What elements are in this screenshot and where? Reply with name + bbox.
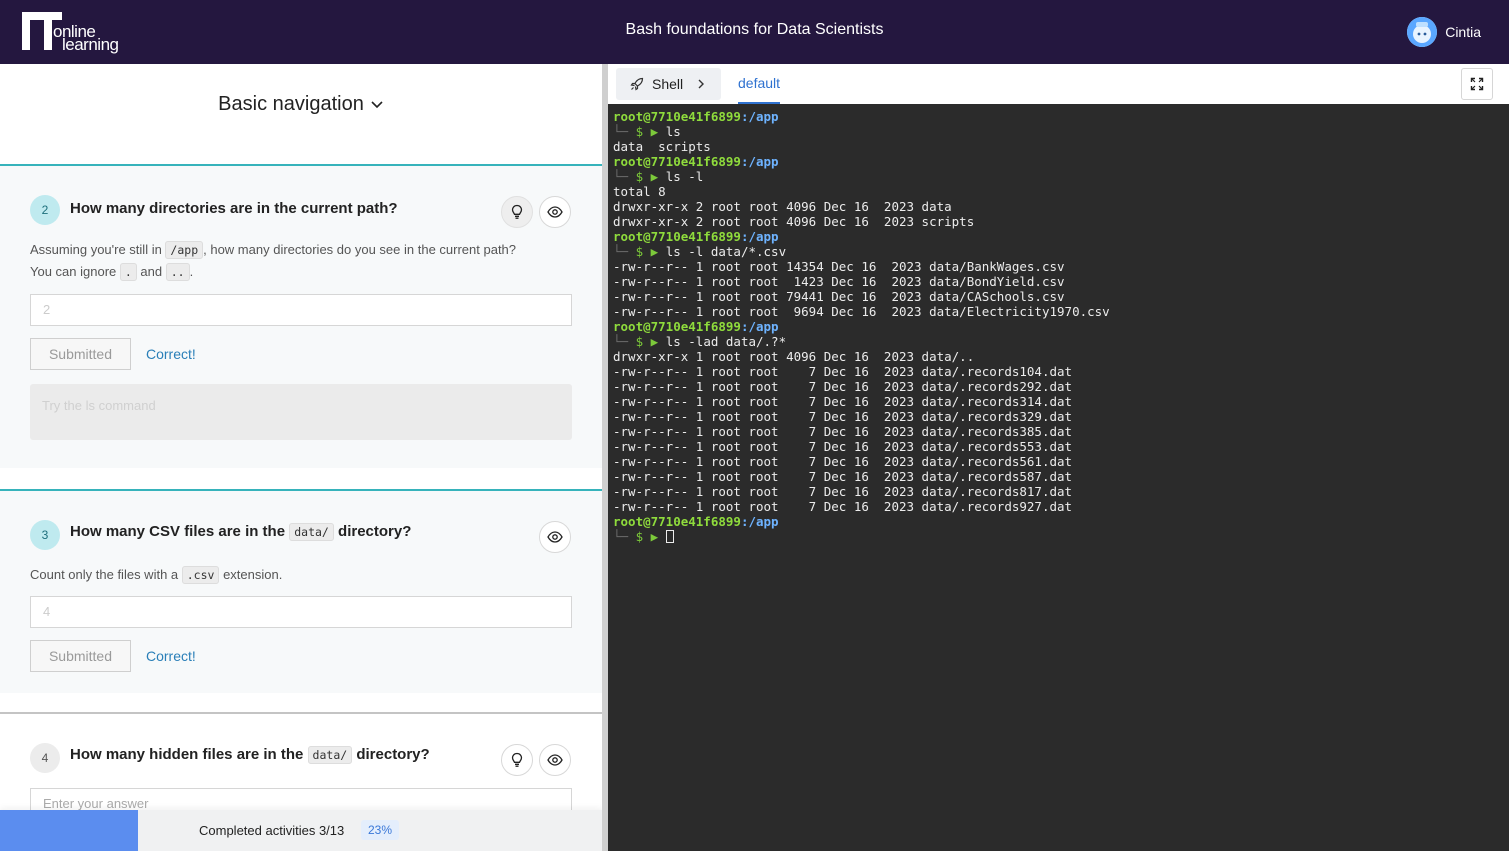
terminal-prompt-line: root@7710e41f6899:/app — [613, 109, 1504, 124]
prompt-user: root@7710e41f6899 — [613, 109, 741, 124]
chevron-down-icon — [371, 101, 383, 109]
answer-input[interactable]: 4 — [30, 596, 572, 628]
terminal-output-line: -rw-r--r-- 1 root root 7 Dec 16 2023 dat… — [613, 379, 1073, 394]
prompt-user: root@7710e41f6899 — [613, 229, 741, 244]
prompt-path: :/app — [740, 319, 779, 334]
terminal-output-line: -rw-r--r-- 1 root root 14354 Dec 16 2023… — [613, 259, 1065, 274]
terminal-output-line: data scripts — [613, 139, 711, 154]
terminal-command: ls -l — [665, 169, 704, 184]
show-answer-button[interactable] — [539, 744, 571, 776]
terminal-output-line: -rw-r--r-- 1 root root 7 Dec 16 2023 dat… — [613, 409, 1073, 424]
prompt-user: root@7710e41f6899 — [613, 319, 741, 334]
terminal-command-line: └─ $ ▶ ls -l data/*.csv — [613, 244, 787, 259]
question-card-3: 3 How many CSV files are in the data/ di… — [0, 489, 602, 693]
answer-input[interactable]: 2 — [30, 294, 572, 326]
terminal-output-line: -rw-r--r-- 1 root root 7 Dec 16 2023 dat… — [613, 364, 1073, 379]
terminal-prompt-line: root@7710e41f6899:/app — [613, 319, 1504, 334]
status-correct: Correct! — [146, 346, 196, 362]
prompt-path: :/app — [740, 514, 779, 529]
terminal-command: ls -lad data/.?* — [665, 334, 787, 349]
status-correct: Correct! — [146, 648, 196, 664]
avatar[interactable] — [1407, 17, 1438, 47]
terminal-output-line: -rw-r--r-- 1 root root 79441 Dec 16 2023… — [613, 289, 1065, 304]
activity-panel: Basic navigation 2 How many directories … — [0, 64, 602, 851]
terminal-prompt-line: root@7710e41f6899:/app — [613, 229, 1504, 244]
tab-shell-label: Shell — [652, 76, 684, 92]
question-description: Assuming you're still in /app, how many … — [30, 241, 517, 281]
show-answer-button[interactable] — [539, 521, 571, 553]
lightbulb-icon — [511, 204, 523, 219]
terminal-command-line: └─ $ ▶ ls -l — [613, 169, 704, 184]
question-title: How many CSV files are in the data/ dire… — [70, 523, 412, 541]
terminal-output-line: -rw-r--r-- 1 root root 1423 Dec 16 2023 … — [613, 274, 1065, 289]
hint-button[interactable] — [501, 196, 533, 228]
hint-box: Try the ls command — [30, 384, 572, 440]
question-number: 2 — [30, 195, 60, 225]
terminal-output-line: -rw-r--r-- 1 root root 7 Dec 16 2023 dat… — [613, 454, 1073, 469]
course-title: Bash foundations for Data Scientists — [625, 21, 884, 38]
user-menu[interactable]: Cintia — [1407, 17, 1481, 47]
submit-button[interactable]: Submitted — [30, 640, 131, 672]
chevron-right-icon — [698, 79, 705, 89]
eye-icon — [547, 531, 563, 543]
question-title: How many directories are in the current … — [70, 200, 398, 217]
avatar-icon — [1407, 17, 1438, 47]
question-description: Count only the files with a .csv extensi… — [30, 566, 283, 584]
lesson-title: Basic navigation — [218, 92, 364, 115]
terminal-output-line: -rw-r--r-- 1 root root 7 Dec 16 2023 dat… — [613, 394, 1073, 409]
lightbulb-icon — [511, 752, 523, 767]
tab-default[interactable]: default — [738, 64, 781, 104]
top-bar: online learning Bash foundations for Dat… — [0, 0, 1509, 64]
expand-icon — [1470, 77, 1484, 91]
terminal-output-line: -rw-r--r-- 1 root root 7 Dec 16 2023 dat… — [613, 469, 1073, 484]
question-title: How many hidden files are in the data/ d… — [70, 746, 430, 764]
eye-icon — [547, 754, 563, 766]
terminal-output-line: -rw-r--r-- 1 root root 7 Dec 16 2023 dat… — [613, 439, 1073, 454]
submit-button[interactable]: Submitted — [30, 338, 131, 370]
progress-footer: Completed activities 3/13 23% — [0, 810, 602, 851]
tab-shell[interactable]: Shell — [616, 68, 721, 100]
terminal-output-line: -rw-r--r-- 1 root root 7 Dec 16 2023 dat… — [613, 484, 1073, 499]
lesson-selector[interactable]: Basic navigation — [0, 64, 602, 144]
question-number: 4 — [30, 743, 60, 773]
prompt-path: :/app — [740, 154, 779, 169]
progress-percent-badge: 23% — [361, 820, 400, 840]
prompt-user: root@7710e41f6899 — [613, 154, 741, 169]
user-name: Cintia — [1445, 24, 1481, 40]
terminal-command-line: └─ $ ▶ ls — [613, 124, 681, 139]
terminal-command: ls -l data/*.csv — [665, 244, 787, 259]
prompt-path: :/app — [740, 229, 779, 244]
terminal-prompt-line: root@7710e41f6899:/app — [613, 154, 1504, 169]
terminal-output[interactable]: root@7710e41f6899:/app └─ $ ▶ ls data scri… — [608, 104, 1509, 851]
terminal-input-line: └─ $ ▶ — [613, 529, 1504, 544]
question-number: 3 — [30, 520, 60, 550]
hint-button[interactable] — [501, 744, 533, 776]
rocket-icon — [630, 77, 644, 91]
eye-icon — [547, 206, 563, 218]
terminal-output-line: -rw-r--r-- 1 root root 7 Dec 16 2023 dat… — [613, 499, 1073, 514]
question-card-2: 2 How many directories are in the curren… — [0, 164, 602, 468]
show-answer-button[interactable] — [539, 196, 571, 228]
progress-label: Completed activities 3/13 — [199, 823, 345, 838]
progress-bar — [0, 810, 138, 851]
terminal-command-line: └─ $ ▶ ls -lad data/.?* — [613, 334, 787, 349]
prompt-user: root@7710e41f6899 — [613, 514, 741, 529]
terminal-cursor[interactable] — [665, 530, 674, 543]
terminal-output-line: drwxr-xr-x 2 root root 4096 Dec 16 2023 … — [613, 199, 952, 214]
terminal-output-line: drwxr-xr-x 1 root root 4096 Dec 16 2023 … — [613, 349, 975, 364]
terminal-output-line: -rw-r--r-- 1 root root 7 Dec 16 2023 dat… — [613, 424, 1073, 439]
terminal-output-line: total 8 — [613, 184, 666, 199]
expand-button[interactable] — [1461, 68, 1493, 100]
terminal-output-line: drwxr-xr-x 2 root root 4096 Dec 16 2023 … — [613, 214, 975, 229]
terminal-prompt-line: root@7710e41f6899:/app — [613, 514, 1504, 529]
terminal-output-line: -rw-r--r-- 1 root root 9694 Dec 16 2023 … — [613, 304, 1110, 319]
prompt-path: :/app — [740, 109, 779, 124]
terminal-command: ls — [665, 124, 681, 139]
terminal-tabbar: Shell default — [608, 64, 1509, 104]
